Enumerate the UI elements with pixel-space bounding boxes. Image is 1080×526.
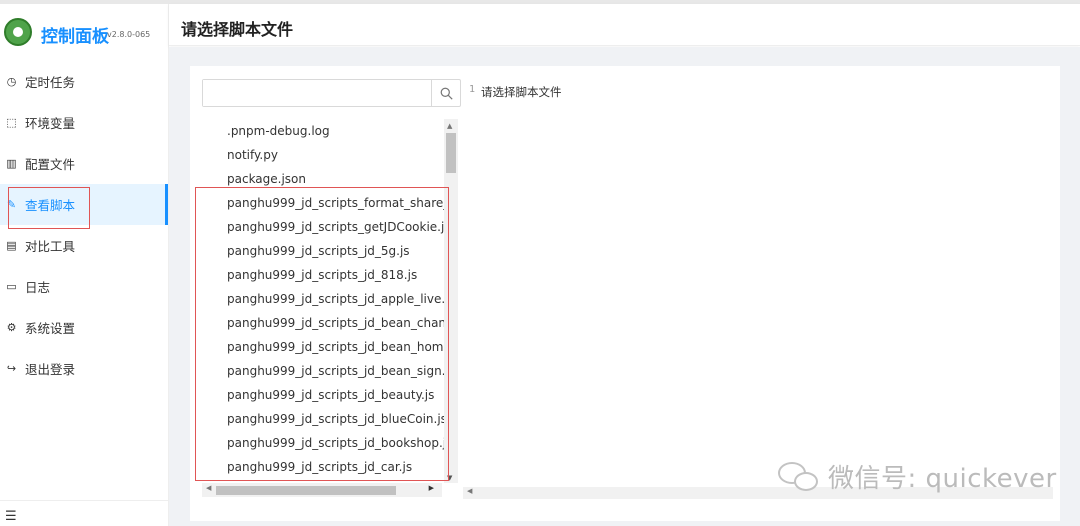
scroll-left-icon[interactable]: ◀ xyxy=(206,484,211,492)
folder-icon: ▭ xyxy=(6,280,17,293)
file-tree-item[interactable]: package.json xyxy=(202,167,456,191)
file-tree-item[interactable]: panghu999_jd_scripts_jd_bookshop.js xyxy=(202,431,456,455)
app-root: 控制面板 v2.8.0-065 ◷ 定时任务 ⬚ 环境变量 ▥ 配置文件 ✎ 查… xyxy=(0,0,1080,526)
file-tree-item[interactable]: panghu999_jd_scripts_getJDCookie.js xyxy=(202,215,456,239)
brand-title: 控制面板 xyxy=(41,27,109,47)
file-tree-horizontal-scrollbar[interactable]: ◀ ▶ xyxy=(202,483,442,497)
code-editor[interactable]: 1 请选择脚本文件 ◀ xyxy=(463,79,1053,499)
editor-content[interactable]: 请选择脚本文件 xyxy=(481,84,562,100)
sidebar-item-label: 退出登录 xyxy=(25,362,76,377)
watermark-text: 微信号: quickever xyxy=(828,464,1057,494)
scroll-down-icon[interactable]: ▼ xyxy=(447,474,452,482)
scroll-left-icon[interactable]: ◀ xyxy=(467,487,472,495)
sidebar-item-label: 日志 xyxy=(25,280,51,295)
file-tree-item[interactable]: panghu999_jd_scripts_jd_car.js xyxy=(202,455,456,478)
scrollbar-thumb[interactable] xyxy=(446,133,456,173)
file-tree-vertical-scrollbar[interactable]: ▲ ▼ xyxy=(444,119,458,483)
file-tree-item[interactable]: panghu999_jd_scripts_format_share_jd_co xyxy=(202,191,456,215)
file-tree-item[interactable]: panghu999_jd_scripts_jd_bean_home.js xyxy=(202,335,456,359)
file-tree: .pnpm-debug.log notify.py package.json pang… xyxy=(202,119,456,478)
file-tree-item[interactable]: panghu999_jd_scripts_jd_bean_sign.js xyxy=(202,359,456,383)
sidebar-item-env[interactable]: ⬚ 环境变量 xyxy=(0,102,168,143)
file-tree-item[interactable]: notify.py xyxy=(202,143,456,167)
search-button[interactable] xyxy=(431,80,460,106)
scroll-up-icon[interactable]: ▲ xyxy=(447,122,452,130)
sidebar-item-logout[interactable]: ↪ 退出登录 xyxy=(0,348,168,389)
sidebar-item-label: 系统设置 xyxy=(25,321,76,336)
sidebar: 控制面板 v2.8.0-065 ◷ 定时任务 ⬚ 环境变量 ▥ 配置文件 ✎ 查… xyxy=(0,4,169,526)
page-title: 请选择脚本文件 xyxy=(181,20,294,39)
watermark: 微信号: quickever xyxy=(778,458,1057,495)
line-number: 1 xyxy=(468,84,475,95)
line-number-gutter: 1 xyxy=(463,79,479,499)
sidebar-item-label: 环境变量 xyxy=(25,116,76,131)
diff-icon: ▤ xyxy=(6,239,17,252)
file-tree-item[interactable]: panghu999_jd_scripts_jd_5g.js xyxy=(202,239,456,263)
sidebar-item-cron[interactable]: ◷ 定时任务 xyxy=(0,61,168,102)
sidebar-item-label: 定时任务 xyxy=(25,75,76,90)
version-label: v2.8.0-065 xyxy=(107,30,151,39)
variable-icon: ⬚ xyxy=(6,116,17,129)
sidebar-item-label: 对比工具 xyxy=(25,239,76,254)
divider xyxy=(0,500,168,501)
collapse-menu-icon[interactable]: ☰ xyxy=(5,509,17,524)
file-tree-item[interactable]: panghu999_jd_scripts_jd_blueCoin.js xyxy=(202,407,456,431)
logo-icon xyxy=(4,18,32,46)
search-box xyxy=(202,79,461,107)
gear-icon: ⚙ xyxy=(6,321,17,334)
wechat-icon xyxy=(778,460,822,494)
sidebar-item-label: 配置文件 xyxy=(25,157,76,172)
annotation-highlight-box xyxy=(8,187,90,229)
script-card: .pnpm-debug.log notify.py package.json pang… xyxy=(190,66,1060,521)
search-input[interactable] xyxy=(203,80,431,106)
main-content: .pnpm-debug.log notify.py package.json pang… xyxy=(169,47,1080,526)
logout-icon: ↪ xyxy=(6,362,17,375)
scrollbar-thumb[interactable] xyxy=(216,486,396,495)
sidebar-item-config[interactable]: ▥ 配置文件 xyxy=(0,143,168,184)
file-tree-item[interactable]: .pnpm-debug.log xyxy=(202,119,456,143)
page-header: 请选择脚本文件 xyxy=(169,4,1080,46)
file-tree-item[interactable]: panghu999_jd_scripts_jd_bean_change.js xyxy=(202,311,456,335)
file-tree-item[interactable]: panghu999_jd_scripts_jd_apple_live.js xyxy=(202,287,456,311)
file-tree-item[interactable]: panghu999_jd_scripts_jd_beauty.js xyxy=(202,383,456,407)
clock-icon: ◷ xyxy=(6,75,17,88)
sidebar-item-log[interactable]: ▭ 日志 xyxy=(0,266,168,307)
search-icon xyxy=(440,87,453,100)
scroll-right-icon[interactable]: ▶ xyxy=(429,484,434,492)
sidebar-item-settings[interactable]: ⚙ 系统设置 xyxy=(0,307,168,348)
config-icon: ▥ xyxy=(6,157,17,170)
sidebar-item-diff[interactable]: ▤ 对比工具 xyxy=(0,225,168,266)
file-tree-item[interactable]: panghu999_jd_scripts_jd_818.js xyxy=(202,263,456,287)
